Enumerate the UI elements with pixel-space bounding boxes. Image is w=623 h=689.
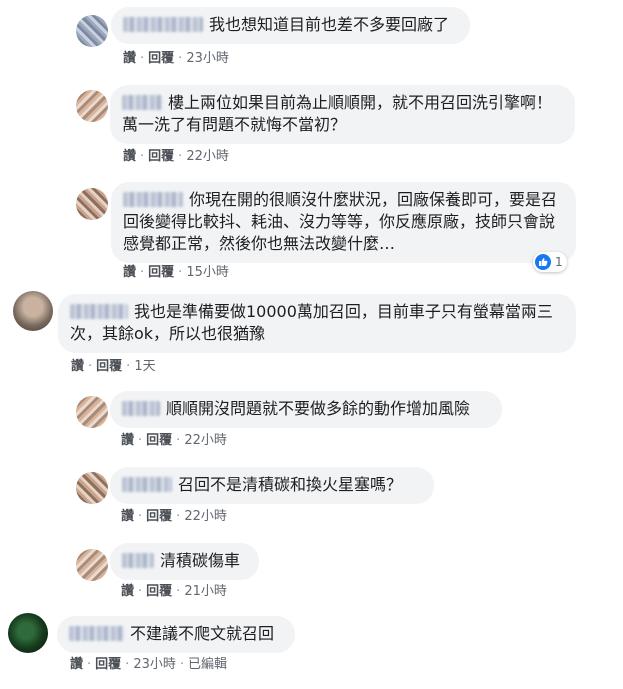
comment-actions: 讚 · 回覆 · 15小時 — [123, 265, 229, 280]
comment-actions: 讚 · 回覆 · 22小時 — [121, 509, 227, 524]
comment-text: 我也想知道目前也差不多要回廠了 — [209, 15, 450, 34]
avatar[interactable] — [76, 396, 108, 428]
comment-actions: 讚 · 回覆 · 22小時 — [123, 149, 229, 164]
comment-actions: 讚 · 回覆 · 22小時 — [121, 433, 227, 448]
comment-bubble: 樓上兩位如果目前為止順順開，就不用召回洗引擎啊！萬一洗了有問題不就悔不當初？ — [110, 85, 575, 144]
like-link[interactable]: 讚 — [121, 509, 134, 524]
comment-bubble: 不建議不爬文就召回 — [57, 616, 295, 653]
like-link[interactable]: 讚 — [70, 657, 83, 672]
comment-text: 不建議不爬文就召回 — [130, 624, 275, 643]
timestamp[interactable]: 1天 — [134, 359, 155, 374]
reply-link[interactable]: 回覆 — [148, 149, 174, 164]
author-name-blurred[interactable] — [122, 477, 172, 492]
author-name-blurred[interactable] — [123, 192, 183, 207]
timestamp[interactable]: 22小時 — [184, 509, 227, 524]
comment-bubble: 清積碳傷車 — [110, 543, 259, 580]
comment-bubble: 你現在開的很順沒什麼狀況，回廠保養即可，要是召回後變得比較抖、耗油、沒力等等，你… — [111, 182, 576, 263]
author-name-blurred[interactable] — [69, 626, 124, 641]
author-name-blurred[interactable] — [123, 17, 203, 32]
avatar[interactable] — [76, 90, 108, 122]
comment-bubble: 順順開沒問題就不要做多餘的動作增加風險 — [110, 391, 502, 428]
avatar[interactable] — [13, 291, 53, 331]
reply-link[interactable]: 回覆 — [146, 433, 172, 448]
timestamp[interactable]: 21小時 — [184, 584, 227, 599]
reaction-count[interactable]: 1 — [533, 252, 567, 272]
comment-text: 召回不是清積碳和換火星塞嗎？ — [178, 475, 403, 494]
comment-text: 你現在開的很順沒什麼狀況，回廠保養即可，要是召回後變得比較抖、耗油、沒力等等，你… — [123, 190, 558, 253]
avatar[interactable] — [76, 15, 108, 47]
comment-actions: 讚 · 回覆 · 21小時 — [121, 584, 227, 599]
like-link[interactable]: 讚 — [121, 433, 134, 448]
like-link[interactable]: 讚 — [121, 584, 134, 599]
comment-bubble: 召回不是清積碳和換火星塞嗎？ — [110, 467, 434, 504]
reply-link[interactable]: 回覆 — [96, 359, 122, 374]
author-name-blurred[interactable] — [70, 304, 128, 319]
timestamp[interactable]: 23小時 — [186, 51, 229, 66]
timestamp[interactable]: 23小時 — [133, 657, 176, 672]
avatar[interactable] — [76, 188, 108, 220]
like-link[interactable]: 讚 — [71, 359, 84, 374]
timestamp[interactable]: 22小時 — [186, 149, 229, 164]
reply-link[interactable]: 回覆 — [95, 657, 121, 672]
author-name-blurred[interactable] — [122, 553, 154, 568]
author-name-blurred[interactable] — [122, 401, 160, 416]
avatar[interactable] — [8, 613, 48, 653]
reply-link[interactable]: 回覆 — [146, 584, 172, 599]
reply-link[interactable]: 回覆 — [146, 509, 172, 524]
reply-link[interactable]: 回覆 — [148, 51, 174, 66]
edited-label[interactable]: 已編輯 — [188, 657, 227, 672]
comment-text: 順順開沒問題就不要做多餘的動作增加風險 — [166, 399, 471, 418]
like-link[interactable]: 讚 — [123, 51, 136, 66]
author-name-blurred[interactable] — [122, 95, 162, 110]
comment-bubble: 我也想知道目前也差不多要回廠了 — [111, 7, 470, 44]
avatar[interactable] — [76, 472, 108, 504]
like-link[interactable]: 讚 — [123, 149, 136, 164]
avatar[interactable] — [76, 549, 108, 581]
comment-actions: 讚 · 回覆 · 23小時 · 已編輯 — [70, 657, 228, 672]
timestamp[interactable]: 22小時 — [184, 433, 227, 448]
like-link[interactable]: 讚 — [123, 265, 136, 280]
timestamp[interactable]: 15小時 — [186, 265, 229, 280]
like-thumb-icon — [535, 254, 551, 270]
comment-bubble: 我也是準備要做10000萬加召回，目前車子只有螢幕當兩三次，其餘ok，所以也很猶… — [58, 294, 576, 353]
reaction-count-label: 1 — [555, 255, 563, 269]
comment-actions: 讚 · 回覆 · 23小時 — [123, 51, 229, 66]
comment-text: 清積碳傷車 — [160, 551, 241, 570]
comment-text: 樓上兩位如果目前為止順順開，就不用召回洗引擎啊！萬一洗了有問題不就悔不當初？ — [122, 93, 553, 134]
comment-actions: 讚 · 回覆 · 1天 — [71, 359, 156, 374]
comment-text: 我也是準備要做10000萬加召回，目前車子只有螢幕當兩三次，其餘ok，所以也很猶… — [70, 302, 553, 343]
reply-link[interactable]: 回覆 — [148, 265, 174, 280]
